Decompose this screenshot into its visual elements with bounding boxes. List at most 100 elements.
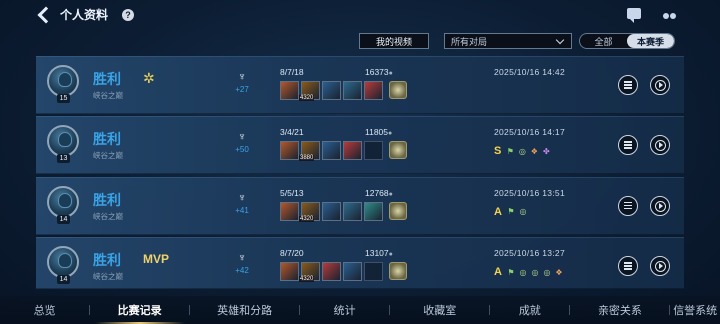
- replay-button[interactable]: [650, 75, 670, 95]
- nav-tab[interactable]: 统计: [300, 302, 389, 318]
- rank-star-icon: ♆: [237, 131, 247, 144]
- gold-coin-icon: ●: [388, 70, 393, 77]
- equipment-item-icon: [343, 262, 362, 282]
- kda: 8/7/18: [280, 67, 304, 77]
- gold-coin-icon: ●: [388, 130, 393, 138]
- nav-tab[interactable]: 成就: [490, 302, 569, 318]
- honor-icons: A ⚑ ◎ ◎ ◎ ❖: [494, 266, 564, 278]
- nav-tab[interactable]: 英雄和分路: [190, 302, 299, 318]
- rank-score-change: +42: [235, 266, 249, 276]
- trinket-icon: [389, 262, 407, 281]
- item-price-tag: 4320: [299, 95, 315, 101]
- chat-icon[interactable]: [627, 8, 641, 23]
- back-button[interactable]: 个人资料 ?: [37, 6, 135, 23]
- friends-icon[interactable]: [663, 8, 676, 19]
- equipment-item-icon: [322, 81, 341, 100]
- honor-flag-icon: ⚑: [507, 267, 515, 277]
- rank-score-change: +27: [235, 85, 249, 94]
- trinket-icon: [389, 141, 407, 160]
- item-slot-empty: [364, 262, 383, 282]
- equipment-item-icon: [280, 262, 299, 282]
- rank-score-change: +50: [235, 145, 249, 155]
- match-result: 胜利: [93, 71, 121, 87]
- match-row[interactable]: 13 胜利 峡谷之巅 ♆ +50 3/4/21 11805● 3880 2025…: [36, 116, 684, 175]
- match-result: 胜利: [93, 191, 121, 208]
- honor-orange-icon: ❖: [530, 146, 538, 156]
- match-type-value: 所有对局: [451, 36, 488, 47]
- match-mode: 峡谷之巅: [93, 151, 123, 161]
- hero-level: 15: [57, 94, 70, 103]
- item-slot-empty: [364, 141, 383, 161]
- performance-grade: A: [494, 266, 502, 279]
- help-icon[interactable]: ?: [122, 8, 135, 21]
- replay-button[interactable]: [650, 195, 670, 216]
- kda: 5/5/13: [280, 187, 304, 198]
- equipment-item-icon: [343, 201, 362, 221]
- performance-grade: A: [494, 205, 502, 218]
- honor-flag-icon: ⚑: [507, 207, 515, 217]
- season-tab-all[interactable]: 全部: [580, 34, 627, 48]
- match-row[interactable]: 15 胜利 峡谷之巅 ✲ ♆ +27 8/7/18 16373● 4320 20…: [36, 56, 684, 114]
- nav-tab[interactable]: 亲密关系: [570, 302, 669, 318]
- match-result: 胜利: [93, 131, 121, 148]
- hero-avatar: [47, 65, 79, 97]
- hero-avatar: [47, 246, 79, 279]
- trinket-icon: [389, 81, 407, 99]
- match-detail-button[interactable]: [618, 75, 638, 95]
- page-title: 个人资料: [60, 8, 109, 22]
- back-chevron-icon: [37, 6, 55, 23]
- match-row[interactable]: 14 胜利 峡谷之巅 MVP ♆ +42 8/7/20 13107● 4320 …: [36, 237, 684, 290]
- match-detail-button[interactable]: [618, 256, 638, 277]
- equipment-item-icon: [280, 201, 299, 221]
- match-time: 2025/10/16 14:17: [494, 127, 565, 138]
- season-tab-current[interactable]: 本赛季: [627, 34, 674, 48]
- match-mode: 峡谷之巅: [93, 211, 123, 221]
- rank-star-icon: ♆: [237, 71, 247, 83]
- kda: 8/7/20: [280, 248, 304, 259]
- season-toggle[interactable]: 全部 本赛季: [579, 33, 675, 49]
- match-type-dropdown[interactable]: 所有对局: [444, 33, 572, 49]
- gold-coin-icon: ●: [388, 190, 393, 198]
- nav-tab[interactable]: 比赛记录: [90, 302, 189, 318]
- item-price-tag: 4320: [299, 215, 315, 222]
- equipment-item-icon: [322, 262, 341, 282]
- nav-tab[interactable]: 收藏室: [390, 302, 489, 318]
- chevron-down-icon: [555, 35, 565, 45]
- rank-star-icon: ♆: [237, 252, 247, 265]
- honor-flag-icon: ⚑: [506, 146, 514, 156]
- nav-tab[interactable]: 信誉系统: [670, 302, 720, 318]
- honor-target-icon: ◎: [519, 207, 527, 217]
- equipment-item-icon: [322, 201, 341, 221]
- equipment-item-icon: [364, 81, 383, 100]
- equipment-item-icon: [343, 81, 362, 100]
- gold-amount: 13107●: [365, 248, 393, 259]
- honor-icons: S ⚑ ◎ ❖ ✤: [494, 145, 551, 157]
- gold-amount: 16373●: [365, 67, 393, 77]
- honor-orange-icon: ❖: [555, 267, 563, 277]
- match-detail-button[interactable]: [618, 135, 638, 156]
- replay-button[interactable]: [650, 135, 670, 156]
- kda: 3/4/21: [280, 127, 304, 138]
- rank-star-icon: ♆: [237, 191, 247, 204]
- equipment-item-icon: [322, 141, 341, 161]
- my-videos-button[interactable]: 我的视频: [359, 33, 429, 49]
- honor-purple-icon: ✤: [542, 146, 550, 156]
- match-row[interactable]: 14 胜利 峡谷之巅 ♆ +41 5/5/13 12768● 4320 2025…: [36, 176, 684, 235]
- hero-level: 14: [57, 214, 70, 224]
- nav-tab[interactable]: 总览: [0, 302, 89, 318]
- item-price-tag: 4320: [299, 276, 315, 283]
- hero-avatar: [47, 185, 79, 218]
- mvp-badge: MVP: [143, 252, 170, 267]
- item-price-tag: 3880: [299, 155, 315, 162]
- match-result: 胜利: [93, 252, 121, 269]
- replay-button[interactable]: [650, 256, 670, 277]
- match-time: 2025/10/16 14:42: [494, 67, 565, 77]
- honor-target-icon: ◎: [518, 146, 526, 156]
- equipment-item-icon: [280, 81, 299, 100]
- gold-coin-icon: ●: [388, 251, 393, 259]
- top-bar: 个人资料 ?: [0, 0, 720, 30]
- rank-score-change: +41: [235, 205, 249, 215]
- match-detail-button[interactable]: [618, 195, 638, 216]
- hero-avatar: [47, 125, 79, 158]
- equipment-item-icon: [343, 141, 362, 161]
